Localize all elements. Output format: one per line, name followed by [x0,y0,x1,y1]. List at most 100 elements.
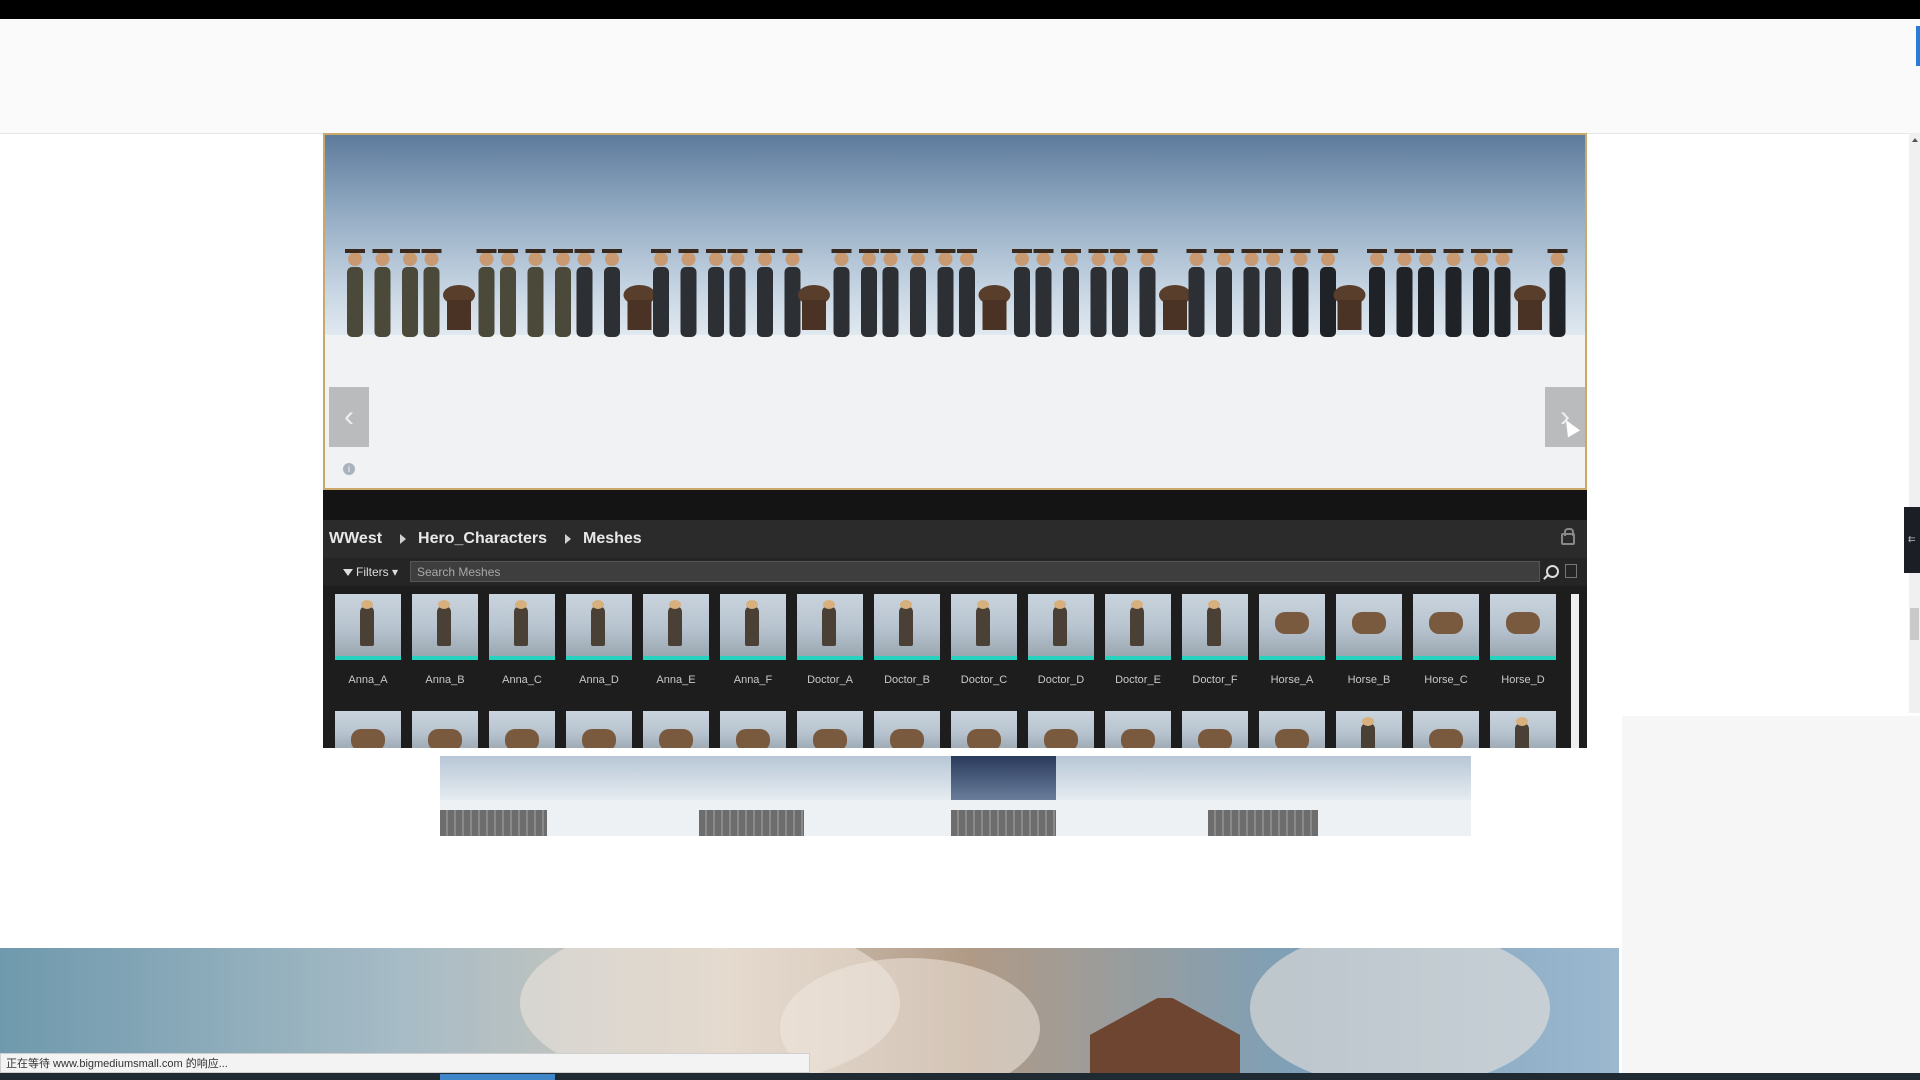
horse-thumbnail [566,711,632,748]
asset-tile[interactable]: Doctor_F [1182,594,1248,686]
asset-tile[interactable]: Anna_F [720,594,786,686]
horse-thumbnail [1490,594,1556,660]
asset-label: Anna_D [579,674,619,686]
asset-tile[interactable]: Anna_B [412,594,478,686]
breadcrumb-item-meshes[interactable]: Meshes [583,530,642,548]
asset-tile[interactable]: Doctor_A [797,594,863,686]
gallery-thumbnail[interactable] [804,756,951,836]
asset-label: Anna_E [656,674,696,686]
breadcrumb-item-hero-characters[interactable]: Hero_Characters [418,530,547,548]
asset-tile[interactable] [1028,711,1094,748]
lock-icon[interactable] [1561,528,1575,545]
character-thumbnail [797,594,863,660]
asset-tile[interactable] [1105,711,1171,748]
gallery-thumbnail[interactable] [951,756,1056,836]
asset-tile[interactable] [874,711,940,748]
character-thumbnail [1028,594,1094,660]
horse-thumbnail [1028,711,1094,748]
hero-scene [325,249,1585,488]
asset-tile[interactable] [335,711,401,748]
scroll-up-icon[interactable] [1912,138,1918,142]
asset-tile[interactable]: Horse_D [1490,594,1556,686]
asset-tile[interactable] [720,711,786,748]
gallery-thumbnail[interactable] [440,756,547,836]
filters-label: Filters [356,565,389,579]
asset-tile[interactable] [1336,711,1402,748]
asset-tile[interactable]: Anna_E [643,594,709,686]
gallery-thumbnail[interactable] [1056,756,1208,836]
horse-thumbnail [1259,711,1325,748]
browser-top-border [0,0,1920,19]
asset-tile[interactable] [643,711,709,748]
character-thumbnail [874,594,940,660]
gallery-thumbnail[interactable] [547,756,699,836]
gallery-thumbnail[interactable] [699,756,804,836]
scrollbar-thumb[interactable] [1910,608,1919,640]
asset-label: Anna_A [348,674,388,686]
horse-thumbnail [489,711,555,748]
asset-label: Doctor_E [1115,674,1161,686]
horse-thumbnail [797,711,863,748]
taskbar-active-item[interactable] [440,1074,555,1080]
character-thumbnail [1182,594,1248,660]
page-header [0,19,1920,134]
gallery-thumbnail[interactable] [1208,756,1318,836]
save-search-icon[interactable] [1565,564,1577,578]
filters-button[interactable]: Filters ▾ [337,561,404,583]
gallery-thumbnail-strip [440,756,1471,836]
asset-label: Anna_B [425,674,465,686]
asset-tile[interactable] [1490,711,1556,748]
taskbar [0,1073,1920,1080]
prev-arrow-button[interactable]: ‹ [329,387,369,447]
asset-tile[interactable] [412,711,478,748]
asset-tile[interactable]: Anna_A [335,594,401,686]
character-thumbnail [1490,711,1556,748]
asset-tile[interactable] [489,711,555,748]
asset-tile[interactable]: Doctor_E [1105,594,1171,686]
hero-image: i [323,133,1587,490]
horse-thumbnail [1259,594,1325,660]
asset-label: Doctor_D [1037,674,1085,686]
breadcrumb-item-wwest[interactable]: WWest [329,530,382,548]
asset-tile[interactable]: Horse_A [1259,594,1325,686]
asset-tile[interactable]: Doctor_D [1028,594,1094,686]
asset-tile[interactable]: Horse_B [1336,594,1402,686]
character-thumbnail [1105,594,1171,660]
asset-tile[interactable]: Anna_C [489,594,555,686]
side-panel-tab[interactable]: ⇇ [1904,507,1920,573]
search-icon[interactable] [1546,565,1559,578]
horse-thumbnail [720,711,786,748]
horse-thumbnail [1182,711,1248,748]
asset-tile[interactable] [1413,711,1479,748]
character-thumbnail [489,594,555,660]
chevron-right-icon [400,534,407,544]
viewport-strip [323,490,1587,520]
horse-thumbnail [1105,711,1171,748]
asset-label: Doctor_F [1192,674,1238,686]
asset-tile[interactable] [566,711,632,748]
asset-label: Doctor_B [884,674,930,686]
horse-thumbnail [1336,594,1402,660]
asset-grid-scrollbar[interactable] [1571,594,1579,748]
character-thumbnail [643,594,709,660]
asset-tile[interactable]: Anna_D [566,594,632,686]
asset-label: Anna_C [502,674,542,686]
asset-label: Horse_B [1347,674,1391,686]
asset-tile[interactable]: Doctor_B [874,594,940,686]
next-arrow-button[interactable]: › [1545,387,1585,447]
asset-tile[interactable] [797,711,863,748]
asset-tile[interactable]: Horse_C [1413,594,1479,686]
asset-tile[interactable] [1259,711,1325,748]
character-thumbnail [1336,711,1402,748]
asset-label: Horse_D [1501,674,1545,686]
asset-tile[interactable] [951,711,1017,748]
info-icon[interactable]: i [343,463,355,475]
search-input[interactable] [410,561,1540,582]
screenshot-viewer: i ‹ › WWest Hero_Characters Meshes Filte… [323,133,1587,748]
gallery-thumbnail[interactable] [1318,756,1471,836]
asset-tile[interactable]: Doctor_C [951,594,1017,686]
header-accent [1916,26,1920,66]
asset-tile[interactable] [1182,711,1248,748]
browser-status-text: 正在等待 www.bigmediumsmall.com 的响应... [0,1053,810,1073]
asset-label: Doctor_A [807,674,853,686]
